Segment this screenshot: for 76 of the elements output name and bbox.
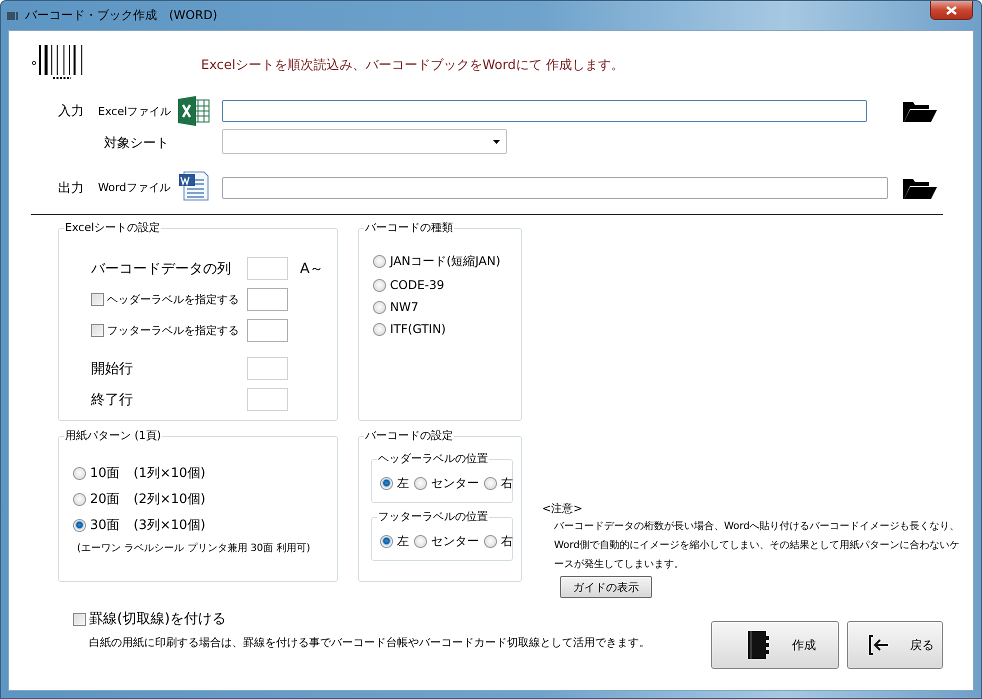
checkbox[interactable]	[91, 293, 104, 306]
radio-button[interactable]	[373, 300, 386, 314]
word-file-label: Wordファイル	[98, 180, 172, 195]
checkbox-label[interactable]: 罫線(切取線)を付ける	[89, 610, 226, 628]
close-button[interactable]	[930, 1, 973, 20]
radio-label[interactable]: 右	[501, 475, 513, 492]
sheet-dropdown[interactable]	[222, 129, 507, 154]
radio-button[interactable]	[73, 492, 86, 506]
checkbox[interactable]	[73, 612, 86, 626]
number-field[interactable]	[247, 319, 288, 342]
group-title: Excelシートの設定	[64, 221, 162, 235]
excel-file-field[interactable]	[222, 100, 867, 122]
word-file-field[interactable]	[222, 176, 888, 198]
radio-button[interactable]	[73, 518, 86, 532]
spreadsheet-icon	[178, 96, 210, 126]
back-button[interactable]: 戻る	[847, 621, 943, 669]
radio-button[interactable]	[380, 535, 393, 548]
radio-label[interactable]: センター	[431, 475, 479, 492]
window-title: バーコード・ブック作成 (WORD)	[25, 7, 218, 24]
number-field[interactable]	[247, 357, 288, 380]
paper-note: (エーワン ラベルシール プリンタ兼用 30面 利用可)	[77, 542, 310, 556]
group-title: バーコードの設定	[364, 429, 454, 443]
barcode-icon	[7, 10, 19, 20]
radio-label[interactable]: 10面	[90, 464, 120, 482]
radio-label[interactable]: CODE-39	[390, 278, 444, 292]
radio-button[interactable]	[73, 466, 86, 480]
radio-label[interactable]: センター	[431, 533, 479, 550]
radio-button[interactable]	[414, 535, 427, 548]
group-title: 用紙パターン (1頁)	[64, 429, 162, 443]
option-detail: (3列×10個)	[134, 517, 206, 534]
radio-label[interactable]: 右	[501, 533, 513, 550]
radio-label[interactable]: 左	[397, 533, 409, 550]
field-label: 終了行	[91, 390, 134, 408]
radio-button[interactable]	[484, 477, 497, 490]
guide-button[interactable]: ガイドの表示	[560, 576, 652, 598]
option-detail: (2列×10個)	[134, 491, 206, 508]
radio-label[interactable]: JANコード(短縮JAN)	[390, 253, 500, 270]
document-icon	[178, 170, 210, 202]
output-label: 出力	[58, 180, 85, 196]
notebook-icon	[746, 630, 772, 660]
sheet-label: 対象シート	[104, 135, 170, 152]
exit-arrow-icon	[868, 634, 890, 656]
radio-label[interactable]: NW7	[390, 300, 418, 314]
ruled-lines-note: 白紙の用紙に印刷する場合は、罫線を付ける事でバーコード台帳やバーコードカード切取線として活用できます。	[89, 634, 650, 650]
input-label: 入力	[58, 103, 85, 120]
caret-icon	[493, 140, 500, 144]
checkbox[interactable]	[91, 324, 104, 337]
notice-title: <注意>	[542, 501, 584, 516]
radio-label[interactable]: 30面	[90, 516, 120, 534]
radio-label[interactable]: ITF(GTIN)	[390, 322, 446, 336]
radio-button[interactable]	[373, 322, 386, 336]
group-title: バーコードの種類	[364, 221, 454, 235]
field-label: 開始行	[91, 360, 134, 378]
radio-button[interactable]	[373, 278, 386, 292]
radio-label[interactable]: 20面	[90, 490, 120, 508]
group-title: フッターラベルの位置	[377, 510, 489, 524]
radio-button[interactable]	[484, 535, 497, 548]
field-label: バーコードデータの列	[91, 260, 232, 278]
checkbox-label[interactable]: フッターラベルを指定する	[107, 323, 239, 338]
checkbox-label[interactable]: ヘッダーラベルを指定する	[107, 292, 239, 307]
radio-button[interactable]	[414, 477, 427, 490]
radio-button[interactable]	[380, 477, 393, 490]
notice-text: バーコードデータの桁数が長い場合、Wordへ貼り付けるバーコードイメージも長くなり、Word側で自動的にイメージを縮小してしまい、その結果として用紙パターンに合わないケースが発生してしまいます。	[554, 520, 961, 572]
column-suffix: A～	[300, 260, 325, 278]
excel-file-label: Excelファイル	[98, 104, 172, 118]
close-icon	[946, 6, 957, 14]
group-title: ヘッダーラベルの位置	[377, 452, 489, 466]
folder-icon[interactable]	[901, 99, 937, 123]
description-text: Excelシートを順次読込み、バーコードブックをWordにて 作成します。	[201, 57, 624, 74]
number-field[interactable]	[247, 257, 288, 280]
radio-label[interactable]: 左	[397, 475, 409, 492]
radio-button[interactable]	[373, 255, 386, 268]
option-detail: (1列×10個)	[134, 465, 206, 482]
create-button[interactable]: 作成	[711, 621, 839, 669]
number-field[interactable]	[247, 388, 288, 411]
number-field[interactable]	[247, 288, 288, 311]
